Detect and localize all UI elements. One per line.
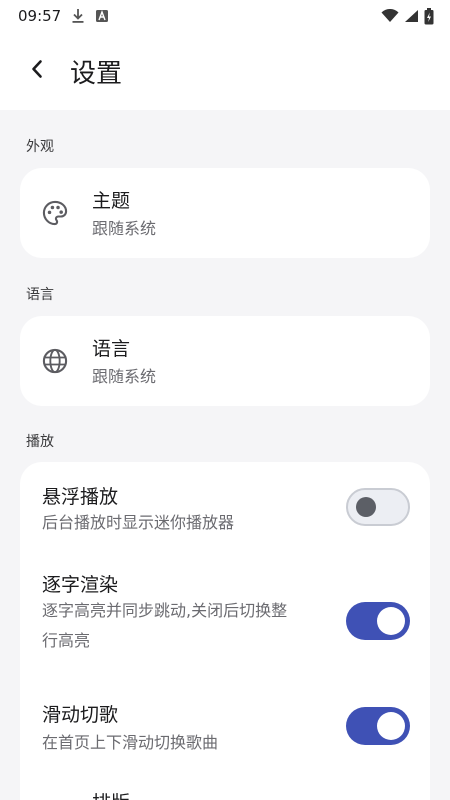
swipe-switch-row[interactable]: 滑动切歌 在首页上下滑动切换歌曲 bbox=[20, 684, 430, 774]
status-bar: 09:57 bbox=[0, 0, 450, 32]
theme-setting-row[interactable]: 主题 跟随系统 bbox=[20, 168, 430, 258]
language-setting-row[interactable]: 语言 跟随系统 bbox=[20, 316, 430, 406]
download-icon bbox=[71, 8, 85, 24]
theme-subtitle: 跟随系统 bbox=[92, 219, 157, 238]
language-subtitle: 跟随系统 bbox=[92, 367, 157, 386]
keyboard-notification-icon bbox=[95, 9, 109, 23]
word-render-toggle[interactable] bbox=[346, 602, 410, 640]
word-render-title: 逐字渲染 bbox=[42, 574, 119, 596]
layout-setting-row[interactable]: 排版 bbox=[20, 774, 430, 800]
section-header-appearance: 外观 bbox=[26, 139, 54, 155]
page-title: 设置 bbox=[70, 58, 123, 89]
wifi-icon bbox=[381, 9, 399, 23]
layout-title: 排版 bbox=[92, 788, 130, 800]
toggle-knob bbox=[377, 712, 405, 740]
word-render-subtitle-line1: 逐字高亮并同步跳动,关闭后切换整 bbox=[42, 601, 288, 620]
swipe-switch-toggle[interactable] bbox=[346, 707, 410, 745]
app-bar: 设置 bbox=[0, 32, 450, 110]
globe-icon bbox=[40, 346, 70, 376]
toggle-knob bbox=[377, 607, 405, 635]
word-render-row[interactable]: 逐字渲染 逐字高亮并同步跳动,关闭后切换整 行高亮 bbox=[20, 560, 430, 670]
language-title: 语言 bbox=[92, 338, 131, 360]
back-button[interactable] bbox=[22, 56, 52, 86]
swipe-switch-title: 滑动切歌 bbox=[42, 704, 119, 726]
settings-list[interactable]: 外观 主题 跟随系统 语言 语言 跟随系统 播放 悬浮播放 后台播放时显示迷你播… bbox=[0, 110, 450, 800]
floating-playback-toggle[interactable] bbox=[346, 488, 410, 526]
toggle-knob bbox=[356, 497, 376, 517]
palette-icon bbox=[40, 198, 70, 228]
playback-card: 悬浮播放 后台播放时显示迷你播放器 逐字渲染 逐字高亮并同步跳动,关闭后切换整 … bbox=[20, 462, 430, 800]
appearance-card: 主题 跟随系统 bbox=[20, 168, 430, 258]
section-header-playback: 播放 bbox=[26, 434, 54, 450]
status-time: 09:57 bbox=[18, 7, 62, 25]
status-right bbox=[381, 7, 434, 25]
swipe-switch-subtitle: 在首页上下滑动切换歌曲 bbox=[42, 733, 219, 752]
word-render-subtitle-line2: 行高亮 bbox=[42, 631, 91, 650]
status-left: 09:57 bbox=[18, 7, 109, 25]
chevron-left-icon bbox=[30, 59, 44, 83]
theme-title: 主题 bbox=[92, 190, 131, 212]
floating-playback-subtitle: 后台播放时显示迷你播放器 bbox=[42, 513, 235, 532]
language-card: 语言 跟随系统 bbox=[20, 316, 430, 406]
floating-playback-row[interactable]: 悬浮播放 后台播放时显示迷你播放器 bbox=[20, 462, 430, 556]
section-header-language: 语言 bbox=[26, 287, 54, 303]
cellular-signal-icon bbox=[404, 9, 419, 23]
battery-icon bbox=[424, 7, 434, 25]
floating-playback-title: 悬浮播放 bbox=[42, 486, 119, 508]
